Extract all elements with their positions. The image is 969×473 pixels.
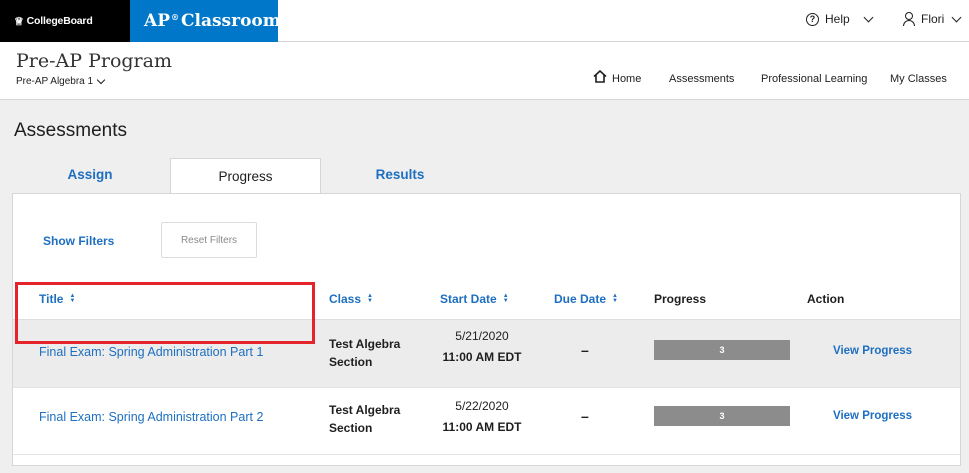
user-name: Flori (921, 12, 945, 26)
course-selector[interactable]: Pre-AP Algebra 1 (16, 75, 106, 87)
help-circle-icon: ? (806, 12, 819, 26)
tab-results[interactable]: Results (340, 157, 460, 192)
course-name: Pre-AP Algebra 1 (16, 76, 94, 87)
tab-progress[interactable]: Progress (170, 158, 321, 194)
progress-bar: 3 (654, 340, 790, 360)
nav-home[interactable]: Home (612, 73, 641, 85)
start-date: 5/22/2020 11:00 AM EDT (432, 397, 532, 436)
program-title: Pre-AP Program (16, 50, 172, 72)
column-header-action: Action (807, 292, 845, 306)
help-label: Help (825, 12, 850, 26)
ap-logo-prefix: AP (144, 11, 170, 31)
class-name-line2: Section (329, 421, 373, 435)
collegeboard-logo[interactable]: ♕ CollegeBoard (0, 0, 130, 42)
column-header-class-label: Class (329, 292, 362, 306)
tab-assign[interactable]: Assign (30, 157, 150, 192)
chevron-down-icon (863, 12, 874, 22)
reset-filters-button[interactable]: Reset Filters (161, 222, 257, 258)
progress-bar: 3 (654, 406, 790, 426)
sort-arrows-icon: ▲ ▼ (502, 293, 509, 304)
ap-classroom-logo[interactable]: AP ® Classroom (130, 0, 281, 42)
user-icon (902, 12, 916, 26)
sort-arrows-icon: ▲ ▼ (367, 293, 373, 304)
due-date: – (581, 408, 589, 424)
assessment-title-link[interactable]: Final Exam: Spring Administration Part 2 (39, 410, 263, 424)
due-date: – (581, 342, 589, 358)
nav-my-classes[interactable]: My Classes (890, 73, 947, 85)
user-menu[interactable]: Flori (902, 12, 962, 26)
chevron-down-icon (951, 12, 962, 22)
highlight-box (15, 282, 315, 344)
start-date-day: 5/22/2020 (455, 399, 509, 413)
nav-professional-learning[interactable]: Professional Learning (761, 73, 867, 85)
class-name-line1: Test Algebra (329, 403, 401, 417)
column-header-progress: Progress (654, 292, 707, 306)
ap-logo-suffix: Classroom (180, 11, 281, 31)
collegeboard-logo-text: CollegeBoard (26, 15, 93, 27)
view-progress-link[interactable]: View Progress (833, 345, 912, 357)
class-name: Test Algebra Section (329, 335, 400, 371)
class-name-line1: Test Algebra (329, 337, 401, 351)
program-header: Pre-AP Program Pre-AP Algebra 1 Home Ass… (0, 42, 969, 100)
start-date-time: 11:00 AM EDT (442, 350, 522, 364)
top-bar: ♕ CollegeBoard AP ® Classroom ? Help Flori (0, 0, 969, 42)
start-date-day: 5/21/2020 (455, 329, 509, 343)
class-name-line2: Section (329, 355, 373, 369)
home-icon[interactable] (593, 70, 607, 83)
start-date-time: 11:00 AM EDT (442, 420, 522, 434)
acorn-icon: ♕ (14, 15, 24, 28)
assessment-title-link[interactable]: Final Exam: Spring Administration Part 1 (39, 345, 263, 359)
page-title: Assessments (14, 120, 127, 141)
column-header-start-date-label: Start Date (440, 292, 497, 306)
column-header-due-date-label: Due Date (554, 292, 607, 306)
nav-assessments[interactable]: Assessments (669, 73, 734, 85)
view-progress-link[interactable]: View Progress (833, 410, 912, 422)
column-header-class[interactable]: Class ▲ ▼ (329, 292, 373, 306)
table-row: Final Exam: Spring Administration Part 2… (13, 387, 960, 455)
sort-arrows-icon: ▲ ▼ (612, 293, 618, 304)
show-filters-link[interactable]: Show Filters (43, 234, 114, 248)
column-header-start-date[interactable]: Start Date ▲ ▼ (440, 292, 509, 306)
class-name: Test Algebra Section (329, 401, 400, 437)
help-menu[interactable]: ? Help (806, 12, 874, 26)
chevron-down-icon (96, 75, 106, 84)
start-date: 5/21/2020 11:00 AM EDT (432, 327, 532, 366)
ap-logo-mark: ® (170, 12, 179, 22)
column-header-due-date[interactable]: Due Date ▲ ▼ (554, 292, 618, 306)
